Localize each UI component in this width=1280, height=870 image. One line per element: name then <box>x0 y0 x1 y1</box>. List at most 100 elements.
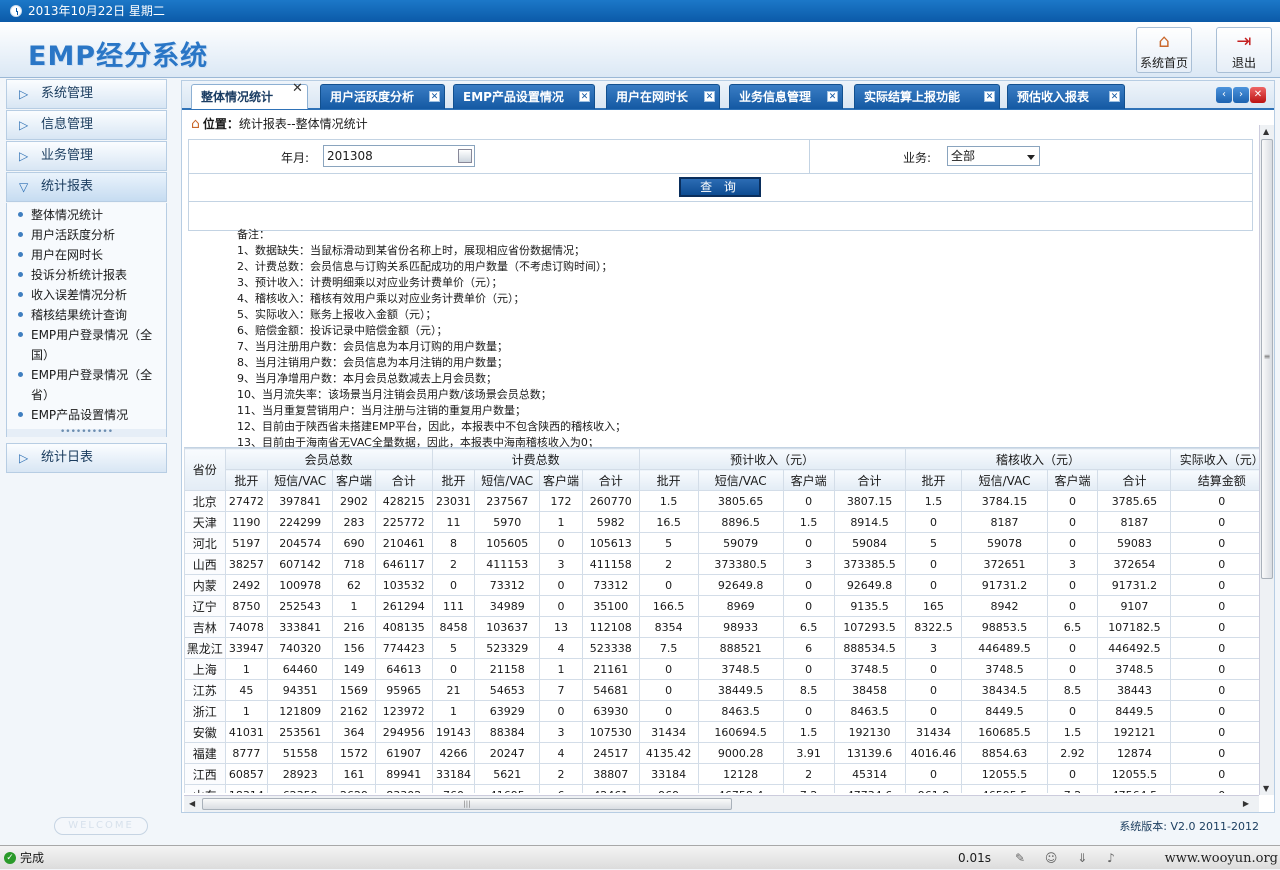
sidebar-item-login-national[interactable]: EMP用户登录情况（全 <box>7 325 166 345</box>
table-cell: 51558 <box>267 742 334 764</box>
sidebar-item-login-national-wrap[interactable]: 国） <box>7 345 166 365</box>
business-label: 业务: <box>903 151 932 165</box>
table-cell: 0 <box>1170 553 1259 575</box>
sidebar-splitter[interactable]: •••••••••• <box>6 428 167 437</box>
tab-user-activity[interactable]: 用户活跃度分析 ✕ <box>320 84 445 109</box>
province-cell[interactable]: 吉林 <box>184 616 226 638</box>
vertical-scrollbar[interactable]: ▲ ≡ ▼ <box>1259 125 1274 795</box>
home-icon: ⌂ <box>1158 31 1170 52</box>
chevron-right-icon: ▷ <box>19 87 29 101</box>
close-icon[interactable]: ✕ <box>704 91 715 102</box>
scroll-right-icon[interactable]: › <box>1233 87 1249 103</box>
menu-system-management[interactable]: ▷ 系统管理 <box>6 79 167 109</box>
table-cell: 8187 <box>961 511 1048 533</box>
province-cell[interactable]: 河北 <box>184 532 226 554</box>
sidebar-item-login-province[interactable]: EMP用户登录情况（全 <box>7 365 166 385</box>
sidebar-item-product-settings[interactable]: EMP产品设置情况 <box>7 405 166 425</box>
table-cell: 5982 <box>581 511 640 533</box>
province-cell[interactable]: 黑龙江 <box>184 637 226 659</box>
table-cell: 105613 <box>581 532 640 554</box>
province-cell[interactable]: 天津 <box>184 511 226 533</box>
scroll-left-arrow-icon[interactable]: ◀ <box>189 799 195 808</box>
calendar-icon[interactable] <box>458 149 472 163</box>
table-cell: 1572 <box>332 742 376 764</box>
table-cell: 160685.5 <box>961 721 1048 743</box>
close-icon[interactable]: ✕ <box>292 82 303 95</box>
tab-settlement-report[interactable]: 实际结算上报功能 ✕ <box>854 84 1000 109</box>
province-cell[interactable]: 上海 <box>184 658 226 680</box>
menu-statistics-report[interactable]: ▽ 统计报表 <box>6 172 167 202</box>
vertical-scroll-thumb[interactable]: ≡ <box>1261 139 1273 579</box>
table-cell: 91731.2 <box>1097 574 1172 596</box>
home-button[interactable]: ⌂ 系统首页 <box>1136 27 1192 73</box>
table-cell: 107293.5 <box>833 616 906 638</box>
close-icon[interactable]: ✕ <box>1109 91 1120 102</box>
horizontal-scroll-thumb[interactable]: ||| <box>202 798 732 810</box>
scroll-up-arrow-icon[interactable]: ▲ <box>1263 127 1269 136</box>
sidebar-item-complaint-analysis[interactable]: 投诉分析统计报表 <box>7 265 166 285</box>
table-cell: 0 <box>1046 658 1099 680</box>
table-cell: 760 <box>431 784 476 793</box>
province-cell[interactable]: 内蒙 <box>184 574 226 596</box>
tab-product-settings[interactable]: EMP产品设置情况 ✕ <box>453 84 595 109</box>
sidebar-item-user-activity[interactable]: 用户活跃度分析 <box>7 225 166 245</box>
stats-table-wrapper: 省份会员总数计费总数预计收入（元）稽核收入（元）实际收入（元）赔偿金额批开短信/… <box>184 447 1259 793</box>
tab-online-duration[interactable]: 用户在网时长 ✕ <box>606 84 720 109</box>
table-cell: 372651 <box>961 553 1048 575</box>
table-cell: 740320 <box>267 637 334 659</box>
close-icon[interactable]: ✕ <box>984 91 995 102</box>
province-cell[interactable]: 安徽 <box>184 721 226 743</box>
table-cell: 0 <box>904 574 963 596</box>
table-cell: 0 <box>1046 490 1099 512</box>
table-cell: 8458 <box>431 616 476 638</box>
table-cell: 1190 <box>224 511 269 533</box>
province-cell[interactable]: 山东 <box>184 784 226 793</box>
month-input[interactable]: 201308 <box>323 145 475 167</box>
scroll-down-arrow-icon[interactable]: ▼ <box>1263 784 1269 793</box>
table-cell: 1 <box>539 511 583 533</box>
table-cell: 74078 <box>224 616 269 638</box>
table-cell: 38443 <box>1097 679 1172 701</box>
menu-daily-report[interactable]: ▷ 统计日表 <box>6 443 167 473</box>
exit-button[interactable]: ⇥ 退出 <box>1216 27 1272 73</box>
close-all-icon[interactable]: ✕ <box>1250 87 1266 103</box>
main-panel: 整体情况统计 ✕ 用户活跃度分析 ✕ EMP产品设置情况 ✕ 用户在网时长 ✕ 业务信息… <box>181 80 1275 813</box>
query-button[interactable]: 查 询 <box>679 177 761 197</box>
tab-business-info[interactable]: 业务信息管理 ✕ <box>729 84 843 109</box>
province-cell[interactable]: 江苏 <box>184 679 226 701</box>
table-cell: 38807 <box>581 763 640 785</box>
tab-nav-buttons: ‹ › ✕ <box>1215 86 1266 103</box>
table-cell: 446492.5 <box>1097 637 1172 659</box>
sidebar-item-online-duration[interactable]: 用户在网时长 <box>7 245 166 265</box>
province-cell[interactable]: 北京 <box>184 490 226 512</box>
sidebar-item-login-province-wrap[interactable]: 省） <box>7 385 166 405</box>
table-cell: 0 <box>782 490 835 512</box>
table-cell: 0 <box>1046 700 1099 722</box>
scroll-right-arrow-icon[interactable]: ▶ <box>1243 799 1249 808</box>
table-cell: 63930 <box>581 700 640 722</box>
province-cell[interactable]: 浙江 <box>184 700 226 722</box>
province-cell[interactable]: 辽宁 <box>184 595 226 617</box>
horizontal-scrollbar[interactable]: ◀ ||| ▶ <box>184 795 1259 812</box>
close-icon[interactable]: ✕ <box>579 91 590 102</box>
menu-business-management[interactable]: ▷ 业务管理 <box>6 141 167 171</box>
chevron-right-icon: ▷ <box>19 118 29 132</box>
province-cell[interactable]: 江西 <box>184 763 226 785</box>
table-row: 浙江 1 121809 2162 123972 1 63929 0 63930 0 8463.5 0 8… <box>184 700 1259 722</box>
province-cell[interactable]: 福建 <box>184 742 226 764</box>
column-header: 客户端 <box>539 469 583 491</box>
close-icon[interactable]: ✕ <box>429 91 440 102</box>
sidebar-item-overall-stats[interactable]: 整体情况统计 <box>7 205 166 225</box>
table-cell: 24517 <box>581 742 640 764</box>
table-cell: 4266 <box>431 742 476 764</box>
close-icon[interactable]: ✕ <box>827 91 838 102</box>
table-cell: 0 <box>904 763 963 785</box>
tab-overall-stats[interactable]: 整体情况统计 ✕ <box>191 82 308 109</box>
tab-estimated-income[interactable]: 预估收入报表 ✕ <box>1007 84 1125 109</box>
sidebar-item-audit-query[interactable]: 稽核结果统计查询 <box>7 305 166 325</box>
menu-info-management[interactable]: ▷ 信息管理 <box>6 110 167 140</box>
sidebar-item-income-error[interactable]: 收入误差情况分析 <box>7 285 166 305</box>
province-cell[interactable]: 山西 <box>184 553 226 575</box>
business-select[interactable]: 全部 <box>947 146 1040 166</box>
scroll-left-icon[interactable]: ‹ <box>1216 87 1232 103</box>
